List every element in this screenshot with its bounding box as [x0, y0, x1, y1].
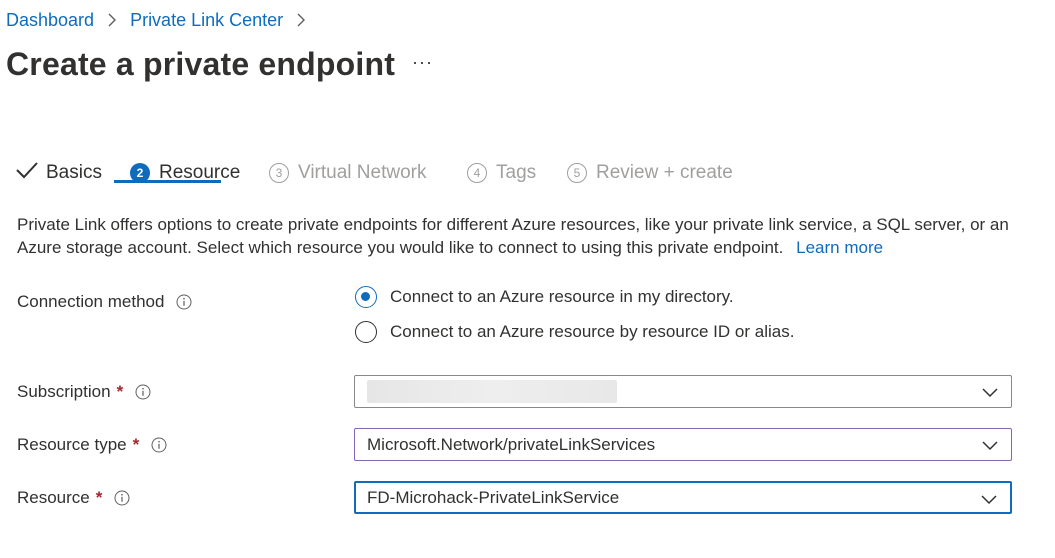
subscription-label-text: Subscription [17, 382, 111, 401]
breadcrumb-private-link-center[interactable]: Private Link Center [130, 10, 283, 31]
learn-more-link[interactable]: Learn more [796, 238, 883, 257]
radio-option-label: Connect to an Azure resource in my direc… [390, 287, 734, 306]
resource-type-value: Microsoft.Network/privateLinkServices [367, 434, 656, 454]
subscription-dropdown[interactable] [354, 375, 1012, 408]
tab-tags-label: Tags [496, 162, 537, 183]
tab-basics-label: Basics [46, 162, 102, 183]
required-asterisk: * [116, 382, 124, 401]
connection-method-label-text: Connection method [17, 292, 165, 311]
page-title: Create a private endpoint [6, 46, 396, 82]
description: Private Link offers options to create pr… [17, 213, 1027, 259]
radio-button-selected[interactable] [355, 286, 377, 308]
subscription-value-redacted [367, 380, 617, 403]
resource-label-text: Resource [17, 488, 90, 507]
breadcrumb: Dashboard Private Link Center [6, 9, 319, 31]
tab-review-create[interactable]: 5 Review + create [567, 158, 733, 188]
info-icon[interactable] [114, 490, 130, 506]
tab-virtual-network-label: Virtual Network [298, 162, 427, 183]
wizard-tabs: Basics 2 Resource 3 Virtual Network 4 Ta… [16, 158, 776, 188]
subscription-label: Subscription * [17, 382, 151, 402]
info-icon[interactable] [151, 437, 167, 453]
resource-type-label: Resource type * [17, 435, 167, 455]
resource-value: FD-Microhack-PrivateLinkService [367, 487, 620, 507]
radio-option-in-directory[interactable]: Connect to an Azure resource in my direc… [355, 286, 734, 308]
chevron-right-icon [101, 9, 123, 31]
resource-dropdown[interactable]: FD-Microhack-PrivateLinkService [354, 481, 1012, 514]
chevron-down-icon [980, 491, 998, 505]
active-tab-indicator [114, 180, 221, 183]
info-icon[interactable] [176, 294, 192, 310]
tab-tags[interactable]: 4 Tags [467, 158, 536, 188]
radio-option-label: Connect to an Azure resource by resource… [390, 322, 795, 341]
step-number-badge: 4 [467, 163, 487, 183]
chevron-down-icon [981, 437, 999, 451]
tab-basics[interactable]: Basics [16, 158, 102, 188]
tab-virtual-network[interactable]: 3 Virtual Network [269, 158, 426, 188]
required-asterisk: * [132, 435, 140, 454]
resource-label: Resource * [17, 488, 130, 508]
resource-type-label-text: Resource type [17, 435, 127, 454]
required-asterisk: * [95, 488, 103, 507]
checkmark-icon [16, 161, 38, 185]
tab-review-create-label: Review + create [596, 162, 733, 183]
more-options-button[interactable]: ··· [412, 52, 433, 73]
radio-button[interactable] [355, 321, 377, 343]
breadcrumb-dashboard[interactable]: Dashboard [6, 10, 94, 31]
connection-method-label: Connection method [17, 292, 192, 312]
info-icon[interactable] [135, 384, 151, 400]
radio-option-by-resource-id[interactable]: Connect to an Azure resource by resource… [355, 321, 794, 343]
tab-resource[interactable]: 2 Resource [130, 158, 240, 188]
chevron-right-icon [290, 9, 312, 31]
step-number-badge: 3 [269, 163, 289, 183]
step-number-badge: 5 [567, 163, 587, 183]
chevron-down-icon [981, 384, 999, 398]
resource-type-dropdown[interactable]: Microsoft.Network/privateLinkServices [354, 428, 1012, 461]
